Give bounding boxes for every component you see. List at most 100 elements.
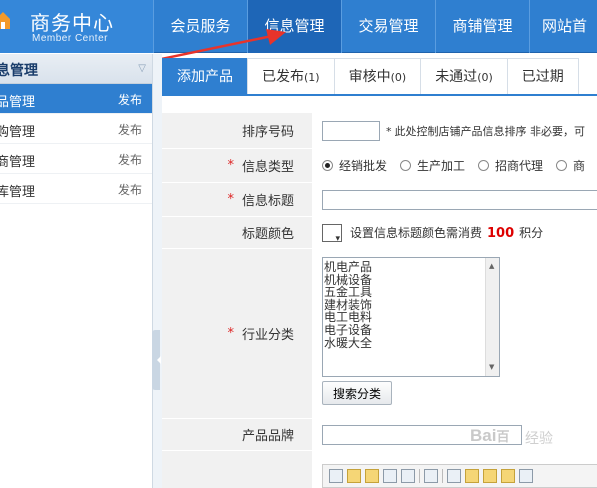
industry-label-text: 行业分类 — [241, 328, 294, 343]
sidebar-header[interactable]: 息管理 ▽ — [0, 54, 152, 84]
tab-rejected[interactable]: 未通过(0) — [420, 58, 508, 94]
top-nav: 会员服务 信息管理 交易管理 商铺管理 网站首 — [153, 0, 589, 53]
watermark-logo: Bai百 — [470, 426, 509, 446]
list-item[interactable]: 水暖大全 — [324, 336, 499, 350]
sidebar-publish-link[interactable]: 发布 — [118, 151, 142, 168]
nav-member-service[interactable]: 会员服务 — [153, 0, 247, 53]
cut-icon[interactable] — [447, 468, 461, 483]
radio-wholesale[interactable]: 经销批发 — [322, 157, 387, 174]
template-icon[interactable] — [424, 468, 438, 483]
sidebar-item-purchase[interactable]: 购管理 发布 — [0, 114, 152, 144]
hint-text-before: 设置信息标题颜色需消费 — [350, 226, 483, 240]
list-item[interactable]: 机电产品 — [324, 261, 499, 274]
list-item[interactable]: 电子设备 — [324, 324, 499, 337]
title-color-label-text: 标题颜色 — [241, 227, 294, 242]
sidebar: 息管理 ▽ 品管理 发布 购管理 发布 商管理 发布 库管理 发布 — [0, 54, 153, 488]
color-picker[interactable] — [322, 223, 342, 244]
preview-icon[interactable] — [383, 468, 397, 483]
row-editor — [162, 451, 597, 488]
brand-subtitle: Member Center — [32, 33, 108, 44]
clipboard-icon[interactable] — [501, 468, 515, 483]
row-info-type: * 信息类型 经销批发 生产加工 招商代理 商 — [162, 149, 597, 183]
radio-unchecked-icon — [400, 160, 412, 171]
radio-label: 经销批发 — [339, 159, 388, 173]
radio-other[interactable]: 商 — [556, 157, 585, 174]
sort-control: * 此处控制店铺产品信息排序 非必要，可 — [322, 113, 585, 148]
tab-add-product[interactable]: 添加产品 — [162, 58, 248, 94]
row-title-color: 标题颜色 设置信息标题颜色需消费 100 积分 — [162, 217, 597, 249]
required-mark: * — [227, 158, 234, 173]
points-value: 100 — [487, 226, 515, 241]
row-sort: 排序号码 * 此处控制店铺产品信息排序 非必要，可 — [162, 113, 597, 149]
paste-text-icon[interactable] — [365, 468, 379, 483]
title-label: * 信息标题 — [162, 183, 312, 216]
brand-label-text: 产品品牌 — [241, 429, 294, 444]
info-title-input[interactable] — [322, 189, 597, 210]
editor-control — [322, 451, 597, 488]
radio-production[interactable]: 生产加工 — [400, 157, 465, 174]
sidebar-item-label: 商管理 — [0, 155, 36, 170]
listbox-scrollbar[interactable]: ▲ ▼ — [485, 258, 499, 376]
tab-expired[interactable]: 已过期 — [506, 58, 579, 94]
radio-unchecked-icon — [556, 160, 568, 171]
chevron-down-icon[interactable]: ▽ — [138, 63, 146, 74]
toolbar-separator — [419, 468, 420, 483]
tab-published[interactable]: 已发布(1) — [247, 58, 335, 94]
required-mark: * — [227, 192, 234, 207]
nav-site-home[interactable]: 网站首 — [529, 0, 589, 53]
nav-shop-management[interactable]: 商铺管理 — [435, 0, 529, 53]
required-mark: * — [227, 326, 234, 341]
sort-hint: * 此处控制店铺产品信息排序 非必要，可 — [386, 123, 585, 139]
paste-word-icon[interactable] — [465, 468, 479, 483]
tab-count: (0) — [390, 71, 407, 84]
home-icon — [0, 12, 10, 29]
sidebar-item-inventory[interactable]: 库管理 发布 — [0, 174, 152, 204]
info-type-label-text: 信息类型 — [241, 160, 294, 175]
row-industry: * 行业分类 机电产品 机械设备 五金工具 建材装饰 电工电料 电子设备 水暖大全… — [162, 249, 597, 419]
sort-label: 排序号码 — [162, 113, 312, 148]
title-label-text: 信息标题 — [241, 194, 294, 209]
paste-plain-icon[interactable] — [483, 468, 497, 483]
radio-label: 生产加工 — [417, 159, 466, 173]
scroll-down-icon[interactable]: ▼ — [489, 361, 494, 374]
tab-count: (1) — [304, 71, 320, 84]
nav-info-management[interactable]: 信息管理 — [247, 0, 341, 53]
sort-number-input[interactable] — [322, 120, 380, 141]
brand-title: 商务中心 — [30, 11, 114, 35]
sidebar-item-product[interactable]: 品管理 发布 — [0, 84, 152, 114]
radio-agency[interactable]: 招商代理 — [478, 157, 543, 174]
paste-icon[interactable] — [347, 468, 361, 483]
tab-label: 未通过 — [435, 69, 478, 85]
radio-unchecked-icon — [478, 160, 490, 171]
content-gutter — [153, 54, 162, 488]
title-color-label: 标题颜色 — [162, 217, 312, 248]
radio-label: 招商代理 — [495, 159, 544, 173]
title-color-control: 设置信息标题颜色需消费 100 积分 — [322, 217, 543, 248]
print-icon[interactable] — [401, 468, 415, 483]
industry-listbox[interactable]: 机电产品 机械设备 五金工具 建材装饰 电工电料 电子设备 水暖大全 ▲ ▼ — [322, 257, 500, 377]
title-color-hint: 设置信息标题颜色需消费 100 积分 — [350, 224, 543, 241]
sort-label-text: 排序号码 — [241, 125, 294, 140]
tab-label: 添加产品 — [177, 69, 233, 85]
tab-count: (0) — [477, 71, 493, 84]
image-icon[interactable] — [519, 468, 533, 483]
sidebar-publish-link[interactable]: 发布 — [118, 91, 142, 108]
tab-reviewing[interactable]: 审核中(0) — [333, 58, 422, 94]
sidebar-item-merchant[interactable]: 商管理 发布 — [0, 144, 152, 174]
hint-star: * — [386, 124, 392, 138]
scroll-up-icon[interactable]: ▲ — [489, 260, 494, 273]
tab-label: 已过期 — [521, 69, 564, 85]
nav-trade-management[interactable]: 交易管理 — [341, 0, 435, 53]
sidebar-publish-link[interactable]: 发布 — [118, 121, 142, 138]
sort-hint-text: 此处控制店铺产品信息排序 非必要，可 — [394, 124, 586, 138]
sidebar-publish-link[interactable]: 发布 — [118, 181, 142, 198]
radio-label: 商 — [573, 159, 586, 173]
sidebar-collapse-handle[interactable] — [152, 330, 161, 390]
tab-label: 审核中 — [348, 69, 391, 85]
sidebar-header-label: 息管理 — [0, 63, 38, 79]
tab-label: 已发布 — [262, 69, 304, 85]
search-category-button[interactable]: 搜索分类 — [322, 381, 393, 405]
copy-icon[interactable] — [329, 468, 343, 483]
list-item[interactable]: 五金工具 — [324, 286, 499, 299]
sidebar-item-label: 库管理 — [0, 185, 36, 200]
